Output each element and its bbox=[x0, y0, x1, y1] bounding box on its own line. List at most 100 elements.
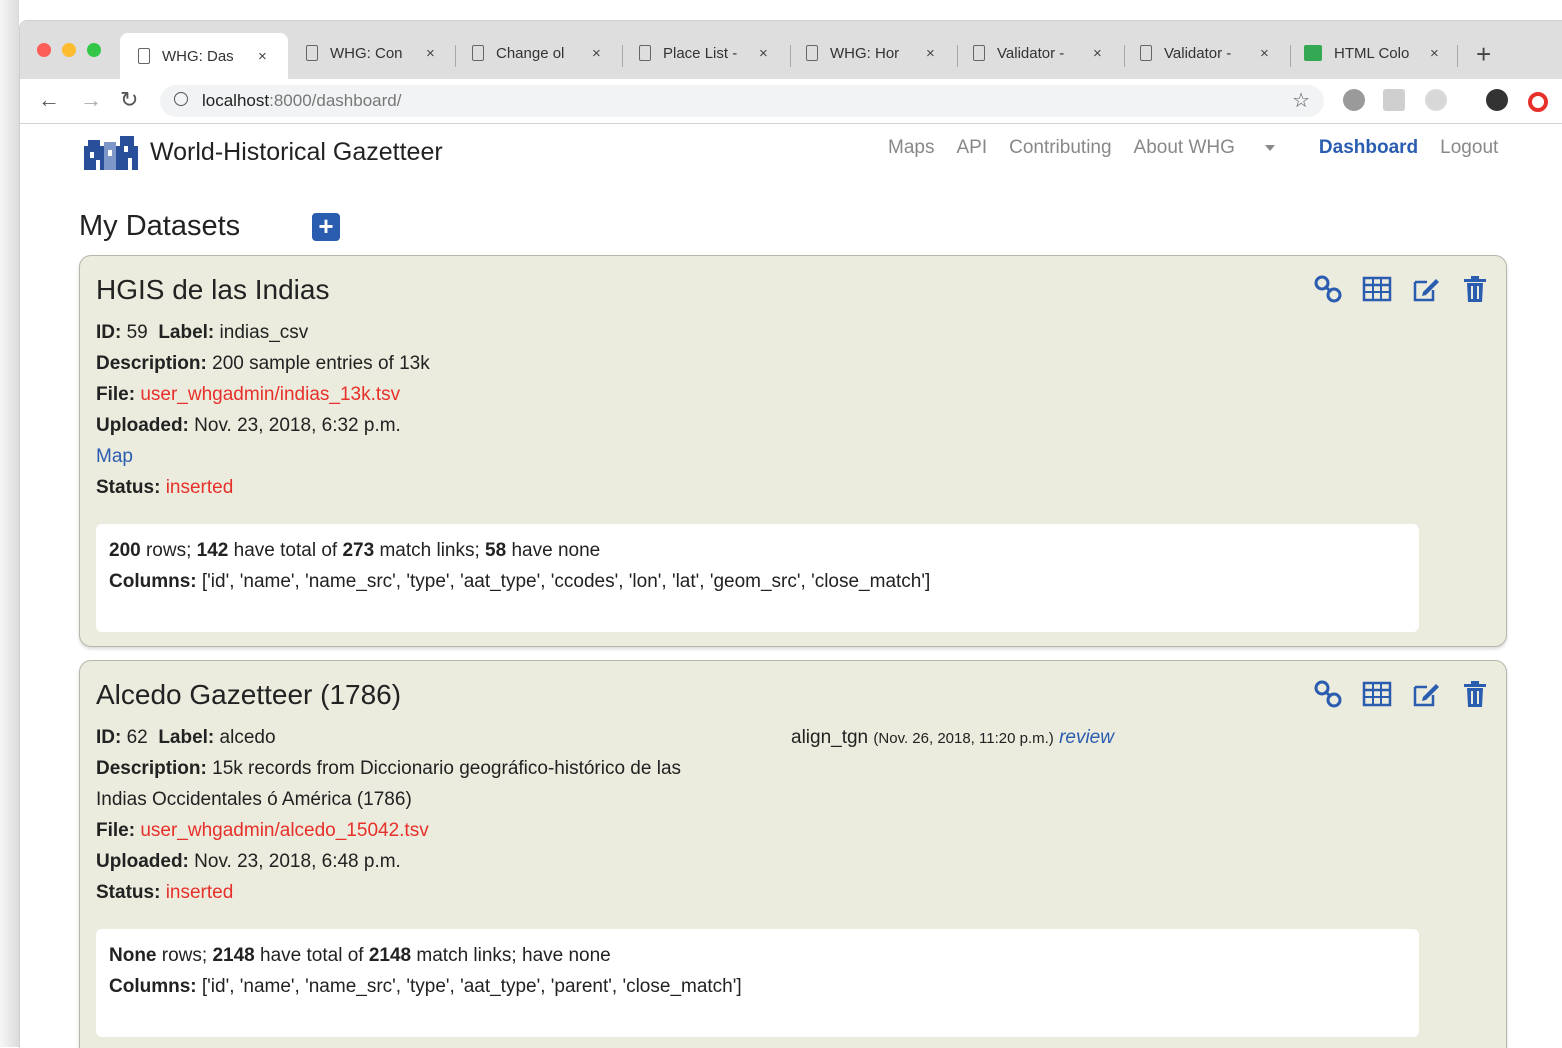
dataset-title: Alcedo Gazetteer (1786) bbox=[96, 679, 402, 710]
profile-avatar-icon[interactable] bbox=[1486, 89, 1508, 111]
dataset-description: Description: 200 sample entries of 13k bbox=[96, 353, 430, 374]
add-dataset-button[interactable]: + bbox=[312, 213, 340, 241]
dataset-title: HGIS de las Indias bbox=[96, 274, 330, 305]
dataset-file: File: user_whgadmin/indias_13k.tsv bbox=[96, 384, 401, 405]
dataset-uploaded: Uploaded: Nov. 23, 2018, 6:48 p.m. bbox=[96, 851, 401, 872]
link-icon[interactable] bbox=[1313, 679, 1343, 709]
dataset-uploaded: Uploaded: Nov. 23, 2018, 6:32 p.m. bbox=[96, 415, 401, 436]
task-row: align_tgn (Nov. 26, 2018, 11:20 p.m.) re… bbox=[791, 727, 1114, 748]
tab-whg-dashboard[interactable]: WHG: Das × bbox=[120, 33, 288, 79]
dataset-description-cont: Indias Occidentales ó América (1786) bbox=[96, 789, 412, 810]
tab-validator-1[interactable]: Validator - × bbox=[955, 33, 1121, 73]
browser-toolbar: ← → ↻ localhost:8000/dashboard/ ☆ bbox=[20, 79, 1562, 124]
page-icon bbox=[639, 45, 651, 61]
dataset-status: Status: inserted bbox=[96, 882, 234, 903]
bookmark-star-icon[interactable]: ☆ bbox=[1292, 88, 1310, 113]
tab-close-icon[interactable]: × bbox=[1260, 45, 1269, 62]
columns-list: Columns: ['id', 'name', 'name_src', 'typ… bbox=[109, 571, 931, 592]
tab-validator-2[interactable]: Validator - × bbox=[1122, 33, 1288, 73]
trash-icon[interactable] bbox=[1460, 679, 1490, 709]
map-link[interactable]: Map bbox=[96, 446, 133, 468]
dataset-actions bbox=[1294, 274, 1490, 304]
page-icon bbox=[1140, 45, 1152, 61]
nav-maps[interactable]: Maps bbox=[888, 137, 934, 159]
tab-title: Validator - bbox=[997, 44, 1065, 62]
tab-title: Change ol bbox=[496, 44, 565, 62]
tab-close-icon[interactable]: × bbox=[426, 45, 435, 62]
dataset-card: HGIS de las Indias ID: 59 Label: indias_… bbox=[79, 255, 1507, 647]
tab-html-colors[interactable]: HTML Colo × bbox=[1286, 33, 1452, 73]
site-brand[interactable]: World-Historical Gazetteer bbox=[82, 132, 443, 172]
nav-dashboard[interactable]: Dashboard bbox=[1319, 137, 1418, 159]
tab-title: Place List - bbox=[663, 44, 738, 62]
nav-api[interactable]: API bbox=[956, 137, 987, 159]
info-icon[interactable] bbox=[174, 92, 188, 106]
nav-contributing[interactable]: Contributing bbox=[1009, 137, 1111, 159]
edit-icon[interactable] bbox=[1411, 679, 1441, 709]
caret-down-icon bbox=[1264, 144, 1275, 151]
record-icon[interactable] bbox=[1528, 92, 1548, 112]
tab-close-icon[interactable]: × bbox=[592, 45, 601, 62]
tab-divider bbox=[1457, 45, 1458, 67]
dataset-card: Alcedo Gazetteer (1786) ID: 62 Label: al… bbox=[79, 660, 1507, 1048]
site-name: World-Historical Gazetteer bbox=[150, 137, 443, 166]
page-icon bbox=[806, 45, 818, 61]
maximize-window-button[interactable] bbox=[87, 43, 101, 57]
tab-close-icon[interactable]: × bbox=[1430, 45, 1439, 62]
dataset-actions bbox=[1294, 679, 1490, 709]
tab-title: HTML Colo bbox=[1334, 44, 1410, 62]
spreadsheet-icon bbox=[1304, 45, 1322, 61]
file-link[interactable]: user_whgadmin/alcedo_15042.tsv bbox=[140, 820, 428, 841]
tab-close-icon[interactable]: × bbox=[258, 48, 267, 65]
gazetteer-logo-icon bbox=[84, 136, 138, 170]
new-tab-button[interactable]: + bbox=[1476, 39, 1491, 70]
match-summary: 200 rows; 142 have total of 273 match li… bbox=[109, 540, 601, 561]
tab-whg-contributing[interactable]: WHG: Con × bbox=[288, 33, 454, 73]
tab-strip: WHG: Das × WHG: Con × Change ol × Place … bbox=[20, 21, 1562, 80]
extension-icon[interactable] bbox=[1383, 89, 1405, 111]
table-icon[interactable] bbox=[1362, 274, 1392, 304]
columns-list: Columns: ['id', 'name', 'name_src', 'typ… bbox=[109, 976, 742, 997]
page-icon bbox=[472, 45, 484, 61]
dataset-description: Description: 15k records from Diccionari… bbox=[96, 758, 682, 779]
forward-arrow-icon[interactable]: → bbox=[80, 87, 102, 113]
page-icon bbox=[973, 45, 985, 61]
extension-icon[interactable] bbox=[1425, 89, 1447, 111]
dataset-status: Status: inserted bbox=[96, 477, 234, 498]
tab-close-icon[interactable]: × bbox=[926, 45, 935, 62]
back-arrow-icon[interactable]: ← bbox=[38, 87, 60, 113]
dataset-file: File: user_whgadmin/alcedo_15042.tsv bbox=[96, 820, 429, 841]
tab-whg-home[interactable]: WHG: Hor × bbox=[788, 33, 954, 73]
url-text[interactable]: localhost:8000/dashboard/ bbox=[202, 91, 401, 111]
page-icon bbox=[306, 45, 318, 61]
extension-icon[interactable] bbox=[1343, 89, 1365, 111]
main-nav: Maps API Contributing About WHG Dashboar… bbox=[888, 137, 1520, 159]
browser-window: WHG: Das × WHG: Con × Change ol × Place … bbox=[19, 20, 1562, 1048]
page-content: World-Historical Gazetteer Maps API Cont… bbox=[20, 124, 1562, 1048]
desktop-edge bbox=[0, 0, 19, 1047]
tab-place-list[interactable]: Place List - × bbox=[621, 33, 787, 73]
address-bar[interactable]: localhost:8000/dashboard/ ☆ bbox=[160, 85, 1324, 117]
tab-change[interactable]: Change ol × bbox=[454, 33, 620, 73]
page-icon bbox=[138, 48, 150, 64]
reload-icon[interactable]: ↻ bbox=[120, 87, 138, 113]
file-link[interactable]: user_whgadmin/indias_13k.tsv bbox=[140, 384, 400, 405]
tab-close-icon[interactable]: × bbox=[759, 45, 768, 62]
close-window-button[interactable] bbox=[37, 43, 51, 57]
tab-title: Validator - bbox=[1164, 44, 1232, 62]
minimize-window-button[interactable] bbox=[62, 43, 76, 57]
nav-logout[interactable]: Logout bbox=[1440, 137, 1498, 159]
trash-icon[interactable] bbox=[1460, 274, 1490, 304]
tab-close-icon[interactable]: × bbox=[1093, 45, 1102, 62]
dataset-id-row: ID: 62 Label: alcedo bbox=[96, 727, 276, 748]
nav-about-whg[interactable]: About WHG bbox=[1134, 137, 1297, 159]
nav-about-label: About WHG bbox=[1133, 137, 1235, 158]
edit-icon[interactable] bbox=[1411, 274, 1441, 304]
tab-title: WHG: Das bbox=[162, 47, 234, 65]
tab-title: WHG: Con bbox=[330, 44, 403, 62]
review-link[interactable]: review bbox=[1059, 727, 1114, 748]
link-icon[interactable] bbox=[1313, 274, 1343, 304]
dataset-id-row: ID: 59 Label: indias_csv bbox=[96, 322, 309, 343]
table-icon[interactable] bbox=[1362, 679, 1392, 709]
tab-title: WHG: Hor bbox=[830, 44, 900, 62]
